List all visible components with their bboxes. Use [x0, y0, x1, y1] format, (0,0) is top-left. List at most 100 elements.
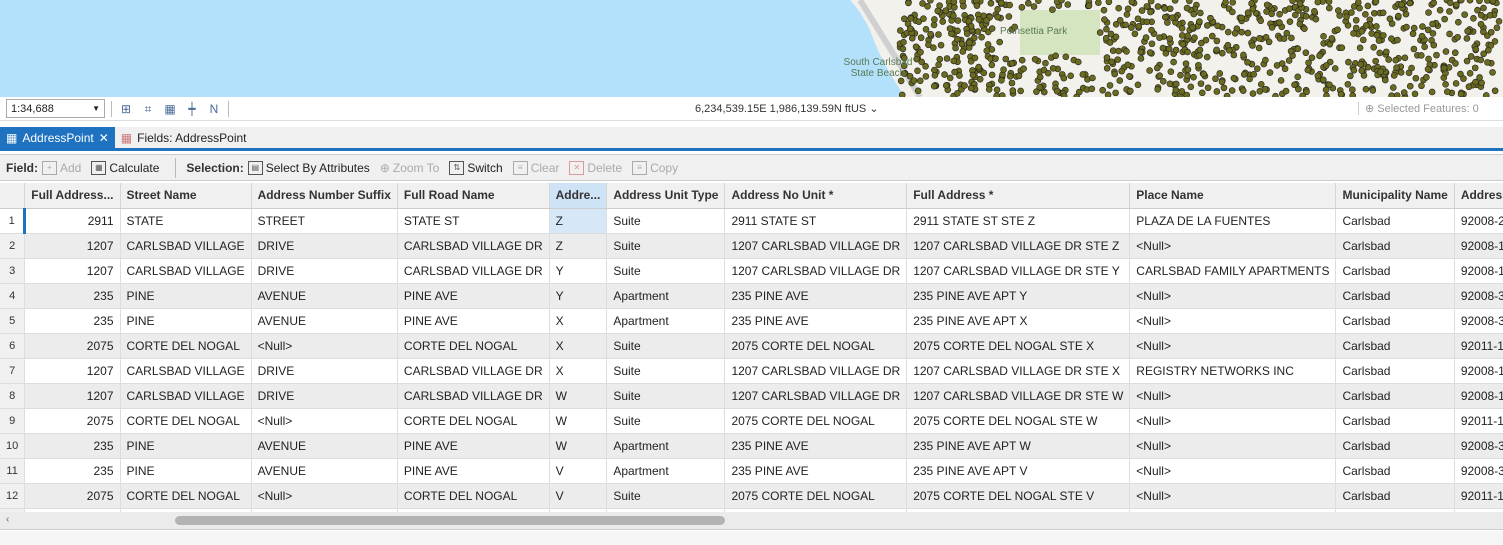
column-header[interactable]: Street Name [120, 183, 252, 209]
table-cell[interactable]: PINE [120, 458, 252, 484]
table-cell[interactable]: 2075 [24, 408, 121, 434]
table-cell[interactable]: Apartment [606, 283, 726, 309]
table-cell[interactable]: 92011-1415 [1454, 333, 1503, 359]
table-cell[interactable]: 235 PINE AVE [724, 283, 908, 309]
table-cell[interactable]: Carlsbad [1335, 433, 1455, 459]
table-row[interactable]: 12 2075 CORTE DEL NOGAL <Null> CORTE DEL NOG… [0, 483, 1503, 509]
table-cell[interactable]: 2075 CORTE DEL NOGAL [724, 408, 908, 434]
table-cell[interactable]: 235 PINE AVE [724, 458, 908, 484]
table-cell[interactable]: Carlsbad [1335, 258, 1455, 284]
scale-dropdown[interactable]: 1:34,688 ▼ [6, 99, 105, 118]
table-cell[interactable]: 235 PINE AVE APT X [906, 308, 1131, 334]
row-number[interactable]: 10 [0, 433, 26, 459]
table-cell[interactable]: 92008-1958 [1454, 233, 1503, 259]
add-grid-icon[interactable]: ⊞ [118, 101, 134, 117]
table-cell[interactable]: Y [549, 258, 608, 284]
column-header[interactable]: Full Road Name [397, 183, 550, 209]
table-cell[interactable]: 2075 [24, 333, 121, 359]
table-cell[interactable]: 1207 CARLSBAD VILLAGE DR STE Y [906, 258, 1131, 284]
table-cell[interactable]: 92008-1958 [1454, 258, 1503, 284]
table-cell[interactable]: PINE [120, 433, 252, 459]
table-cell[interactable]: CORTE DEL NOGAL [120, 408, 252, 434]
switch-button[interactable]: ⇅ Switch [449, 160, 503, 175]
table-cell[interactable]: <Null> [1129, 433, 1337, 459]
column-header[interactable]: Place Name [1129, 183, 1337, 209]
table-cell[interactable]: W [549, 408, 608, 434]
row-number[interactable]: 8 [0, 383, 26, 409]
table-cell[interactable]: 1207 [24, 358, 121, 384]
table-row[interactable]: 11 235 PINE AVENUE PINE AVE V Apartment 235 PIN… [0, 458, 1503, 484]
table-row[interactable]: 5 235 PINE AVENUE PINE AVE X Apartment 235 PINE… [0, 308, 1503, 334]
table-cell[interactable]: <Null> [1129, 308, 1337, 334]
copy-button[interactable]: ≡ Copy [632, 160, 678, 175]
table-cell[interactable]: 1207 CARLSBAD VILLAGE DR [724, 233, 908, 259]
table-cell[interactable]: CARLSBAD VILLAGE DR [397, 383, 550, 409]
table-cell[interactable]: 92008-1958 [1454, 383, 1503, 409]
table-cell[interactable]: PINE AVE [397, 283, 550, 309]
table-cell[interactable]: Carlsbad [1335, 408, 1455, 434]
table-cell[interactable]: <Null> [251, 333, 398, 359]
table-cell[interactable]: 2911 [24, 208, 121, 234]
table-cell[interactable]: PINE AVE [397, 433, 550, 459]
table-cell[interactable]: Z [549, 233, 608, 259]
table-cell[interactable]: Apartment [606, 308, 726, 334]
table-cell[interactable]: CORTE DEL NOGAL [120, 483, 252, 509]
table-cell[interactable]: 92011-1415 [1454, 483, 1503, 509]
table-cell[interactable]: 1207 CARLSBAD VILLAGE DR STE W [906, 383, 1131, 409]
table-cell[interactable]: 92008-3141 [1454, 283, 1503, 309]
table-cell[interactable]: AVENUE [251, 283, 398, 309]
table-cell[interactable]: CARLSBAD VILLAGE [120, 358, 252, 384]
table-cell[interactable]: Apartment [606, 433, 726, 459]
row-number[interactable]: 12 [0, 483, 26, 509]
table-cell[interactable]: 2075 [24, 483, 121, 509]
table-cell[interactable]: Suite [606, 258, 726, 284]
table-cell[interactable]: <Null> [1129, 483, 1337, 509]
table-row[interactable]: 3 1207 CARLSBAD VILLAGE DRIVE CARLSBAD VILLA… [0, 258, 1503, 284]
table-cell[interactable]: W [549, 383, 608, 409]
table-cell[interactable]: <Null> [1129, 408, 1337, 434]
table-cell[interactable]: Carlsbad [1335, 483, 1455, 509]
column-header[interactable]: Address Zip Code [1454, 183, 1503, 209]
table-cell[interactable]: <Null> [251, 483, 398, 509]
table-cell[interactable]: Apartment [606, 458, 726, 484]
row-number[interactable]: 5 [0, 308, 26, 334]
scrollbar-thumb[interactable] [175, 516, 725, 525]
grid-icon[interactable]: ▦ [162, 101, 178, 117]
tab-fields[interactable]: ▦ Fields: AddressPoint [115, 127, 253, 148]
table-cell[interactable]: PINE [120, 283, 252, 309]
selected-features[interactable]: ⊕ Selected Features: 0 [1358, 102, 1479, 115]
table-row[interactable]: 10 235 PINE AVENUE PINE AVE W Apartment 235 PIN… [0, 433, 1503, 459]
table-cell[interactable]: REGISTRY NETWORKS INC [1129, 358, 1337, 384]
table-cell[interactable]: CARLSBAD VILLAGE DR [397, 358, 550, 384]
column-header[interactable]: Address No Unit * [724, 183, 908, 209]
table-row[interactable]: 7 1207 CARLSBAD VILLAGE DRIVE CARLSBAD VILLA… [0, 358, 1503, 384]
table-cell[interactable]: Suite [606, 333, 726, 359]
table-cell[interactable]: W [549, 433, 608, 459]
table-cell[interactable]: <Null> [1129, 283, 1337, 309]
calculate-button[interactable]: ▦ Calculate [91, 160, 159, 175]
table-cell[interactable]: 1207 CARLSBAD VILLAGE DR STE X [906, 358, 1131, 384]
table-cell[interactable]: X [549, 333, 608, 359]
table-cell[interactable]: CARLSBAD FAMILY APARTMENTS [1129, 258, 1337, 284]
table-row[interactable]: 6 2075 CORTE DEL NOGAL <Null> CORTE DEL NOGA… [0, 333, 1503, 359]
table-cell[interactable]: Y [549, 283, 608, 309]
table-cell[interactable]: 2075 CORTE DEL NOGAL STE X [906, 333, 1131, 359]
table-cell[interactable]: CARLSBAD VILLAGE [120, 233, 252, 259]
table-row[interactable]: 9 2075 CORTE DEL NOGAL <Null> CORTE DEL NOGA… [0, 408, 1503, 434]
table-cell[interactable]: 1207 CARLSBAD VILLAGE DR [724, 358, 908, 384]
attribute-table[interactable]: Full Address... Street Name Address Number… [0, 183, 1503, 512]
table-cell[interactable]: Suite [606, 408, 726, 434]
table-cell[interactable]: 1207 [24, 233, 121, 259]
table-cell[interactable]: 2075 CORTE DEL NOGAL [724, 333, 908, 359]
table-cell[interactable]: <Null> [1129, 233, 1337, 259]
table-cell[interactable]: AVENUE [251, 433, 398, 459]
table-cell[interactable]: Carlsbad [1335, 458, 1455, 484]
table-cell[interactable]: <Null> [251, 408, 398, 434]
table-cell[interactable]: DRIVE [251, 258, 398, 284]
table-cell[interactable]: 92008-3141 [1454, 458, 1503, 484]
table-cell[interactable]: CARLSBAD VILLAGE DR [397, 233, 550, 259]
table-cell[interactable]: DRIVE [251, 358, 398, 384]
table-cell[interactable]: <Null> [1129, 383, 1337, 409]
table-cell[interactable]: Suite [606, 383, 726, 409]
row-number[interactable]: 4 [0, 283, 26, 309]
